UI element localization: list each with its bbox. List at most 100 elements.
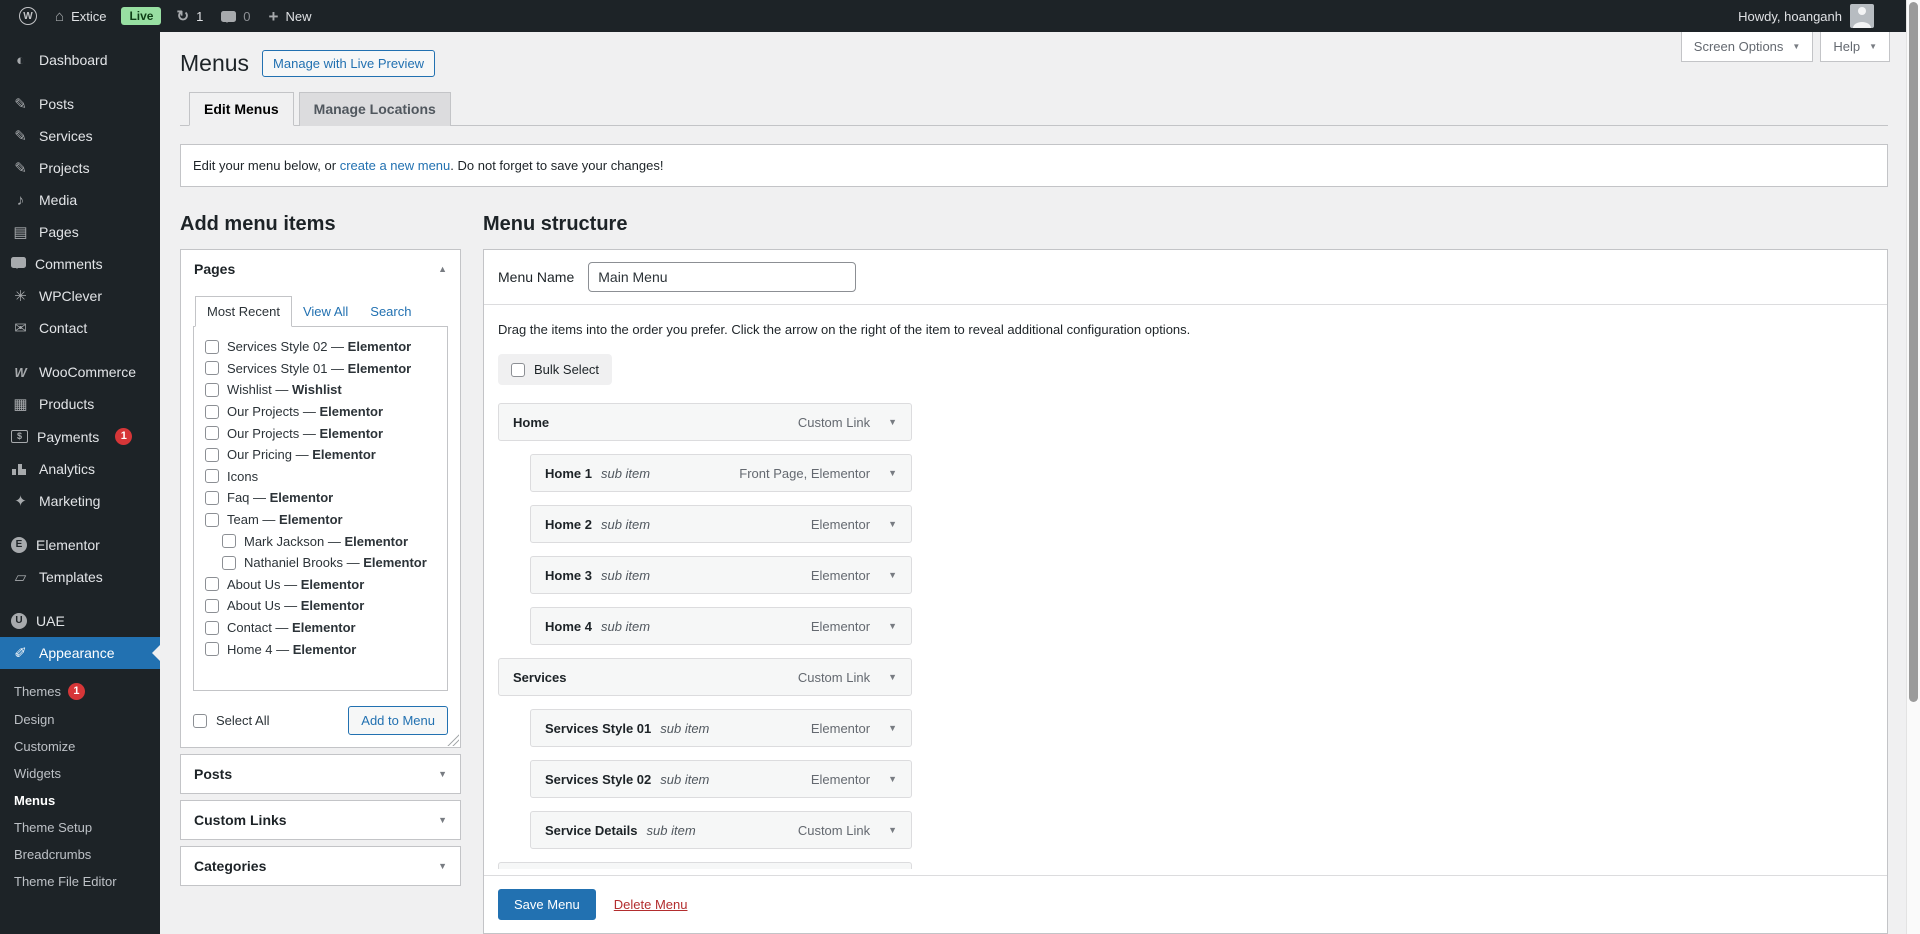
page-checkbox[interactable] <box>205 340 219 354</box>
page-checkbox-item[interactable]: Our Projects — Elementor <box>205 422 443 444</box>
page-checkbox-item[interactable]: Contact — Elementor <box>205 617 443 639</box>
menu-item-bar[interactable]: Home 1 sub item Front Page, Elementor <box>530 454 912 492</box>
chevron-down-icon[interactable] <box>438 769 447 779</box>
page-checkbox[interactable] <box>205 513 219 527</box>
sidebar-item[interactable]: Analytics <box>0 453 160 485</box>
sidebar-item[interactable]: ✎ Posts <box>0 88 160 120</box>
resize-handle[interactable] <box>447 734 459 746</box>
menu-item-bar[interactable]: Services Style 01 sub item Elementor <box>530 709 912 747</box>
sidebar-item[interactable]: ◐ Dashboard <box>0 44 160 76</box>
sidebar-item[interactable]: ✦ Marketing <box>0 485 160 517</box>
sidebar-item[interactable]: ✐ Appearance <box>0 637 160 669</box>
page-checkbox-item[interactable]: Home 4 — Elementor <box>205 638 443 660</box>
select-all[interactable]: Select All <box>193 713 269 728</box>
comments-link[interactable]: 0 <box>212 0 259 32</box>
page-checkbox[interactable] <box>205 642 219 656</box>
submenu-item[interactable]: Design <box>0 706 160 733</box>
submenu-item[interactable]: Widgets <box>0 760 160 787</box>
pages-tab[interactable]: Search <box>359 297 422 326</box>
page-checkbox-item[interactable]: Faq — Elementor <box>205 487 443 509</box>
accordion-header[interactable]: Posts <box>181 755 460 793</box>
chevron-down-icon[interactable] <box>888 672 897 682</box>
page-checkbox[interactable] <box>222 534 236 548</box>
page-checkbox-item[interactable]: Mark Jackson — Elementor <box>205 530 443 552</box>
page-checkbox-item[interactable]: Wishlist — Wishlist <box>205 379 443 401</box>
delete-menu-link[interactable]: Delete Menu <box>614 897 688 912</box>
submenu-item[interactable]: Theme File Editor <box>0 868 160 895</box>
new-content-link[interactable]: New <box>260 0 321 32</box>
tab[interactable]: Edit Menus <box>189 92 294 126</box>
bulk-select[interactable]: Bulk Select <box>498 354 612 385</box>
live-badge[interactable]: Live <box>121 7 161 25</box>
page-checkbox[interactable] <box>205 469 219 483</box>
wordpress-menu[interactable]: W <box>10 0 46 32</box>
pages-accordion-header[interactable]: Pages <box>181 250 460 288</box>
sidebar-item[interactable]: Comments <box>0 248 160 280</box>
menu-item-bar[interactable]: Home 4 sub item Elementor <box>530 607 912 645</box>
page-checkbox[interactable] <box>205 361 219 375</box>
page-checkbox[interactable] <box>222 556 236 570</box>
partially-visible-menu-item[interactable] <box>498 862 912 869</box>
sidebar-item[interactable]: ♪ Media <box>0 184 160 216</box>
page-checkbox[interactable] <box>205 577 219 591</box>
updates-link[interactable]: 1 <box>167 0 212 32</box>
page-checkbox-item[interactable]: Services Style 01 — Elementor <box>205 358 443 380</box>
save-menu-button[interactable]: Save Menu <box>498 889 596 920</box>
chevron-down-icon[interactable] <box>888 621 897 631</box>
sidebar-item[interactable]: ▤ Pages <box>0 216 160 248</box>
site-name-link[interactable]: Extice <box>46 0 115 32</box>
page-checkbox-item[interactable]: Team — Elementor <box>205 509 443 531</box>
chevron-down-icon[interactable] <box>888 570 897 580</box>
pages-tab[interactable]: View All <box>292 297 359 326</box>
page-checkbox[interactable] <box>205 599 219 613</box>
avatar[interactable] <box>1850 4 1874 28</box>
page-checkbox[interactable] <box>205 405 219 419</box>
menu-item-bar[interactable]: Home 3 sub item Elementor <box>530 556 912 594</box>
page-checkbox-item[interactable]: Services Style 02 — Elementor <box>205 336 443 358</box>
page-checkbox-item[interactable]: Our Pricing — Elementor <box>205 444 443 466</box>
submenu-item[interactable]: Breadcrumbs <box>0 841 160 868</box>
tab[interactable]: Manage Locations <box>299 92 451 126</box>
pages-tab[interactable]: Most Recent <box>195 296 292 327</box>
sidebar-item[interactable]: U UAE <box>0 605 160 637</box>
page-checkbox[interactable] <box>205 491 219 505</box>
menu-item-bar[interactable]: Service Details sub item Custom Link <box>530 811 912 849</box>
accordion-header[interactable]: Categories <box>181 847 460 885</box>
sidebar-item[interactable]: E Elementor <box>0 529 160 561</box>
page-checkbox-item[interactable]: Our Projects — Elementor <box>205 401 443 423</box>
menu-item-bar[interactable]: Services Custom Link <box>498 658 912 696</box>
page-scrollbar[interactable] <box>1906 0 1920 934</box>
chevron-down-icon[interactable] <box>438 815 447 825</box>
page-checkbox[interactable] <box>205 448 219 462</box>
howdy-account-link[interactable]: Howdy, hoanganh <box>1738 9 1842 24</box>
menu-item-bar[interactable]: Services Style 02 sub item Elementor <box>530 760 912 798</box>
bulk-select-checkbox[interactable] <box>511 363 525 377</box>
sidebar-item[interactable]: ✳ WPClever <box>0 280 160 312</box>
menu-item-bar[interactable]: Home 2 sub item Elementor <box>530 505 912 543</box>
chevron-down-icon[interactable] <box>888 468 897 478</box>
sidebar-item[interactable]: W WooCommerce <box>0 356 160 388</box>
chevron-down-icon[interactable] <box>888 723 897 733</box>
accordion-header[interactable]: Custom Links <box>181 801 460 839</box>
submenu-item[interactable]: Theme Setup <box>0 814 160 841</box>
create-new-menu-link[interactable]: create a new menu <box>340 158 451 173</box>
sidebar-item[interactable]: ▱ Templates <box>0 561 160 593</box>
sidebar-item[interactable]: ✎ Projects <box>0 152 160 184</box>
submenu-item[interactable]: Themes 1 <box>0 677 160 706</box>
menu-item-bar[interactable]: Home Custom Link <box>498 403 912 441</box>
sidebar-item[interactable]: ▦ Products <box>0 388 160 420</box>
page-checkbox[interactable] <box>205 426 219 440</box>
page-checkbox-item[interactable]: Icons <box>205 466 443 488</box>
chevron-down-icon[interactable] <box>888 417 897 427</box>
chevron-down-icon[interactable] <box>888 519 897 529</box>
chevron-down-icon[interactable] <box>438 861 447 871</box>
chevron-up-icon[interactable] <box>438 264 447 274</box>
page-checkbox-item[interactable]: About Us — Elementor <box>205 574 443 596</box>
menu-name-input[interactable] <box>588 262 856 292</box>
chevron-down-icon[interactable] <box>888 825 897 835</box>
page-checkbox[interactable] <box>205 621 219 635</box>
page-checkbox-item[interactable]: About Us — Elementor <box>205 595 443 617</box>
scrollbar-thumb[interactable] <box>1909 2 1918 702</box>
select-all-checkbox[interactable] <box>193 714 207 728</box>
page-checkbox[interactable] <box>205 383 219 397</box>
